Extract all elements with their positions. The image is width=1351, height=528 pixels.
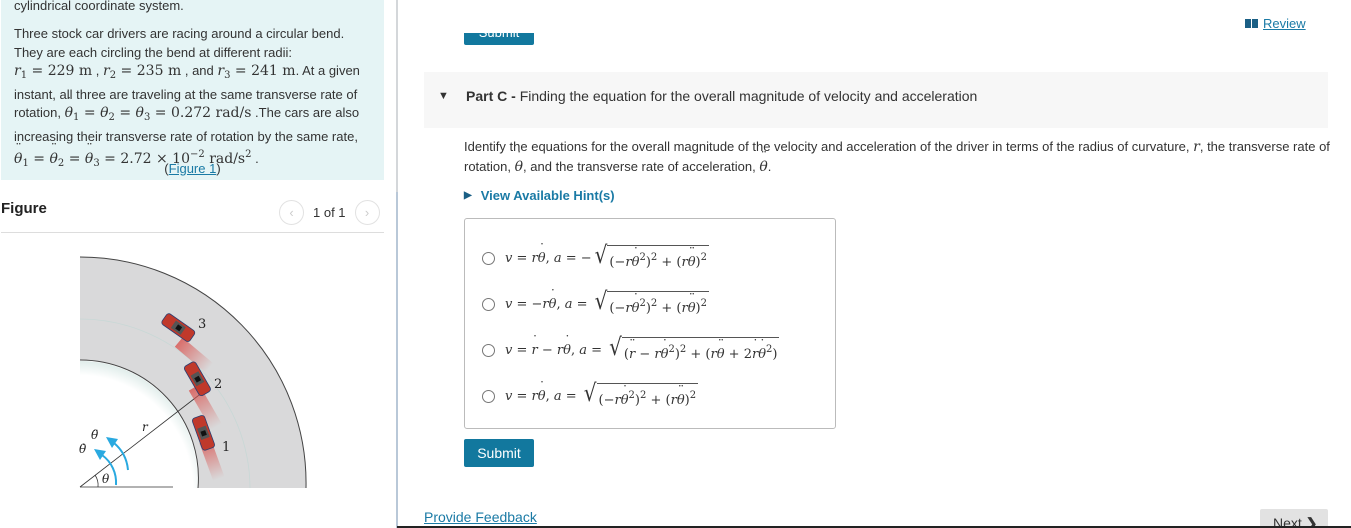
problem-statement: cylindrical coordinate system. Three sto… <box>1 0 384 180</box>
figure-link-wrap: (Figure 1) <box>164 161 221 176</box>
radio-choice-d[interactable] <box>482 389 495 403</box>
choice-b-equation: v = −rθ, a = √(−rθ2)2 + (rθ)2 <box>505 288 709 317</box>
figure-divider <box>1 232 384 233</box>
chevron-right-icon: › <box>364 205 370 220</box>
next-figure-button[interactable]: › <box>354 200 380 225</box>
part-title: Part C - Finding the equation for the ov… <box>466 88 978 104</box>
left-panel: cylindrical coordinate system. Three sto… <box>0 0 396 528</box>
part-instructions: Identify the equations for the overall m… <box>464 137 1334 177</box>
book-icon <box>1245 19 1258 28</box>
previous-part-submit-button[interactable]: Submit <box>464 33 534 45</box>
choice-c[interactable]: v = r − rθ, a = √(r − rθ2)2 + (rθ + 2rθ2… <box>482 334 780 363</box>
figure-pager: ‹ 1 of 1 › <box>279 200 380 225</box>
track-figure: 1 2 3 r θ θ̇ θ̈ <box>79 256 307 489</box>
panel-divider-handle[interactable] <box>396 192 398 528</box>
expand-triangle-icon: ▶ <box>464 190 472 201</box>
answer-choices: v = rθ, a = −√(−rθ2)2 + (rθ)2 v = −rθ, a… <box>464 218 836 429</box>
figure-1-link[interactable]: Figure 1 <box>169 161 217 176</box>
figure-heading: Figure <box>1 200 47 217</box>
collapse-caret-icon[interactable]: ▼ <box>438 90 449 102</box>
view-hints-toggle[interactable]: ▶ View Available Hint(s) <box>464 188 615 203</box>
problem-intro: cylindrical coordinate system. <box>14 0 184 13</box>
part-c-header[interactable]: ▼ Part C - Finding the equation for the … <box>424 72 1328 128</box>
choice-a-equation: v = rθ, a = −√(−rθ2)2 + (rθ)2 <box>505 242 709 271</box>
theta-dot-values: θ1 = θ2 = θ3 = 0.272 rad/s <box>65 105 252 123</box>
choice-d[interactable]: v = rθ, a = √(−rθ2)2 + (rθ)2 <box>482 380 699 409</box>
prev-figure-button[interactable]: ‹ <box>279 200 304 225</box>
review-link[interactable]: Review <box>1245 16 1306 31</box>
car-1-label: 1 <box>222 440 230 455</box>
review-label[interactable]: Review <box>1263 16 1306 31</box>
angle-label: θ <box>102 472 110 486</box>
radio-choice-a[interactable] <box>482 251 495 265</box>
radio-choice-b[interactable] <box>482 297 495 311</box>
hints-label[interactable]: View Available Hint(s) <box>481 188 615 203</box>
radio-choice-c[interactable] <box>482 343 495 357</box>
theta-ddot-label: θ̈ <box>91 428 99 442</box>
choice-c-equation: v = r − rθ, a = √(r − rθ2)2 + (rθ + 2rθ2… <box>505 334 780 363</box>
provide-feedback-link[interactable]: Provide Feedback <box>424 509 537 525</box>
choice-a[interactable]: v = rθ, a = −√(−rθ2)2 + (rθ)2 <box>482 242 709 271</box>
car-2-label: 2 <box>214 377 222 392</box>
choice-d-equation: v = rθ, a = √(−rθ2)2 + (rθ)2 <box>505 380 699 409</box>
problem-text: Three stock car drivers are racing aroun… <box>14 25 374 174</box>
submit-button[interactable]: Submit <box>464 439 534 467</box>
chevron-left-icon: ‹ <box>289 205 294 220</box>
choice-b[interactable]: v = −rθ, a = √(−rθ2)2 + (rθ)2 <box>482 288 709 317</box>
radius-values: r1 = 229 m <box>14 63 93 81</box>
car-3-label: 3 <box>198 317 206 332</box>
pager-text: 1 of 1 <box>313 205 346 220</box>
theta-dot-label: θ̇ <box>79 442 87 456</box>
